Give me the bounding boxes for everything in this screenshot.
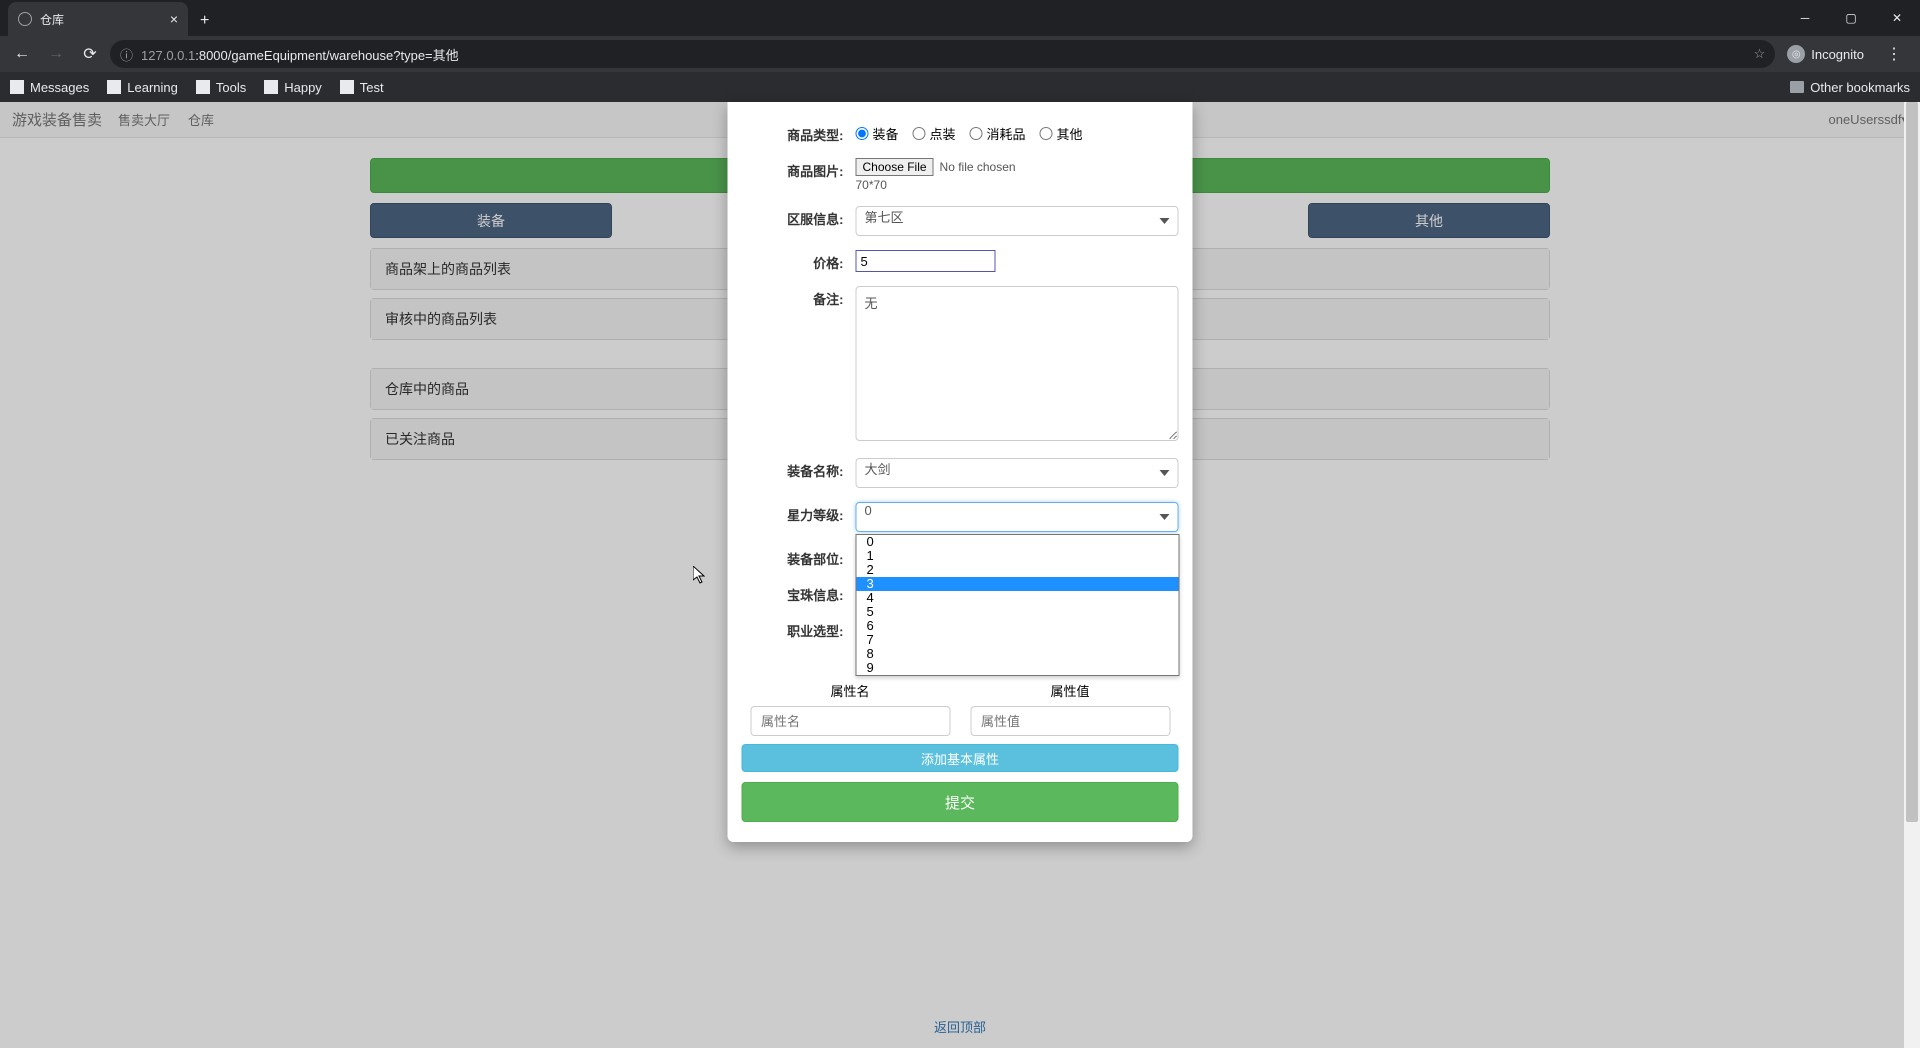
- option-1[interactable]: 1: [857, 549, 1179, 563]
- attr-name-header: 属性名: [750, 681, 950, 700]
- bookmark-test[interactable]: Test: [340, 80, 384, 95]
- option-3[interactable]: 3: [857, 577, 1179, 591]
- label-price: 价格:: [742, 250, 856, 272]
- radio-consumable[interactable]: 消耗品: [970, 124, 1026, 143]
- bookmark-icon: [10, 80, 24, 94]
- product-form-modal: 商品类型: 装备 点装 消耗品 其他 商品图片: Choose File No …: [728, 102, 1193, 842]
- bookmark-tools[interactable]: Tools: [196, 80, 246, 95]
- back-button[interactable]: ←: [8, 40, 36, 68]
- scrollbar-thumb[interactable]: [1906, 102, 1918, 822]
- option-7[interactable]: 7: [857, 633, 1179, 647]
- option-2[interactable]: 2: [857, 563, 1179, 577]
- bookmark-happy[interactable]: Happy: [264, 80, 322, 95]
- image-hint: 70*70: [856, 178, 1179, 192]
- incognito-icon: ◎: [1787, 45, 1805, 63]
- label-product-type: 商品类型:: [742, 122, 856, 144]
- close-window-button[interactable]: ✕: [1874, 4, 1920, 32]
- url-bar[interactable]: ⓘ 127.0.0.1:8000/gameEquipment/warehouse…: [110, 40, 1775, 68]
- bookmark-messages[interactable]: Messages: [10, 80, 89, 95]
- price-input[interactable]: [856, 250, 996, 272]
- label-star-level: 星力等级:: [742, 502, 856, 532]
- url-text: 127.0.0.1:8000/gameEquipment/warehouse?t…: [141, 45, 1746, 64]
- close-tab-icon[interactable]: ×: [170, 11, 178, 27]
- label-remark: 备注:: [742, 286, 856, 444]
- label-class-type: 职业选型:: [742, 618, 856, 640]
- info-icon: ⓘ: [120, 45, 133, 64]
- attr-value-input[interactable]: [970, 706, 1170, 736]
- product-type-radios: 装备 点装 消耗品 其他: [856, 122, 1179, 144]
- choose-file-button[interactable]: Choose File: [856, 158, 934, 176]
- star-level-select[interactable]: 0: [856, 502, 1179, 532]
- incognito-badge: ◎ Incognito: [1781, 45, 1870, 63]
- label-server: 区服信息:: [742, 206, 856, 236]
- option-6[interactable]: 6: [857, 619, 1179, 633]
- star-icon[interactable]: ☆: [1754, 46, 1766, 62]
- submit-button[interactable]: 提交: [742, 782, 1179, 822]
- browser-toolbar: ← → ⟳ ⓘ 127.0.0.1:8000/gameEquipment/war…: [0, 36, 1920, 72]
- radio-cosmetic[interactable]: 点装: [913, 124, 956, 143]
- star-level-dropdown: 0 1 2 3 4 5 6 7 8 9: [856, 534, 1180, 676]
- radio-equipment[interactable]: 装备: [856, 124, 899, 143]
- tab-title: 仓库: [40, 11, 162, 28]
- option-5[interactable]: 5: [857, 605, 1179, 619]
- label-equipment-part: 装备部位:: [742, 546, 856, 568]
- remark-textarea[interactable]: 无: [856, 286, 1179, 441]
- bookmark-icon: [340, 80, 354, 94]
- forward-button[interactable]: →: [42, 40, 70, 68]
- option-8[interactable]: 8: [857, 647, 1179, 661]
- tab-strip: 仓库 × + ─ ▢ ✕: [0, 0, 1920, 36]
- file-status: No file chosen: [940, 160, 1016, 174]
- bookmark-icon: [107, 80, 121, 94]
- option-0[interactable]: 0: [857, 535, 1179, 549]
- new-tab-button[interactable]: +: [188, 6, 221, 36]
- add-attr-button[interactable]: 添加基本属性: [742, 744, 1179, 772]
- maximize-button[interactable]: ▢: [1828, 4, 1874, 32]
- attr-value-header: 属性值: [970, 681, 1170, 700]
- option-9[interactable]: 9: [857, 661, 1179, 675]
- page: 游戏装备售卖 售卖大厅 仓库 oneUserssdf▾ 装备 其他 商品架上的商…: [0, 102, 1920, 1048]
- bookmark-icon: [264, 80, 278, 94]
- chrome-menu-button[interactable]: ⋮: [1876, 44, 1912, 64]
- reload-button[interactable]: ⟳: [76, 40, 104, 68]
- browser-tab[interactable]: 仓库 ×: [8, 2, 188, 36]
- bookmarks-bar: Messages Learning Tools Happy Test Other…: [0, 72, 1920, 102]
- label-equipment-name: 装备名称:: [742, 458, 856, 488]
- server-select[interactable]: 第七区: [856, 206, 1179, 236]
- radio-other[interactable]: 其他: [1040, 124, 1083, 143]
- label-gem-info: 宝珠信息:: [742, 582, 856, 604]
- window-controls: ─ ▢ ✕: [1782, 4, 1920, 36]
- minimize-button[interactable]: ─: [1782, 4, 1828, 32]
- scrollbar[interactable]: [1904, 102, 1920, 1048]
- equipment-name-select[interactable]: 大剑: [856, 458, 1179, 488]
- folder-icon: [1790, 81, 1804, 93]
- other-bookmarks[interactable]: Other bookmarks: [1790, 80, 1910, 95]
- browser-chrome: 仓库 × + ─ ▢ ✕ ← → ⟳ ⓘ 127.0.0.1:8000/game…: [0, 0, 1920, 102]
- bookmark-learning[interactable]: Learning: [107, 80, 178, 95]
- option-4[interactable]: 4: [857, 591, 1179, 605]
- attr-name-input[interactable]: [750, 706, 950, 736]
- globe-icon: [18, 12, 32, 26]
- label-product-image: 商品图片:: [742, 158, 856, 192]
- bookmark-icon: [196, 80, 210, 94]
